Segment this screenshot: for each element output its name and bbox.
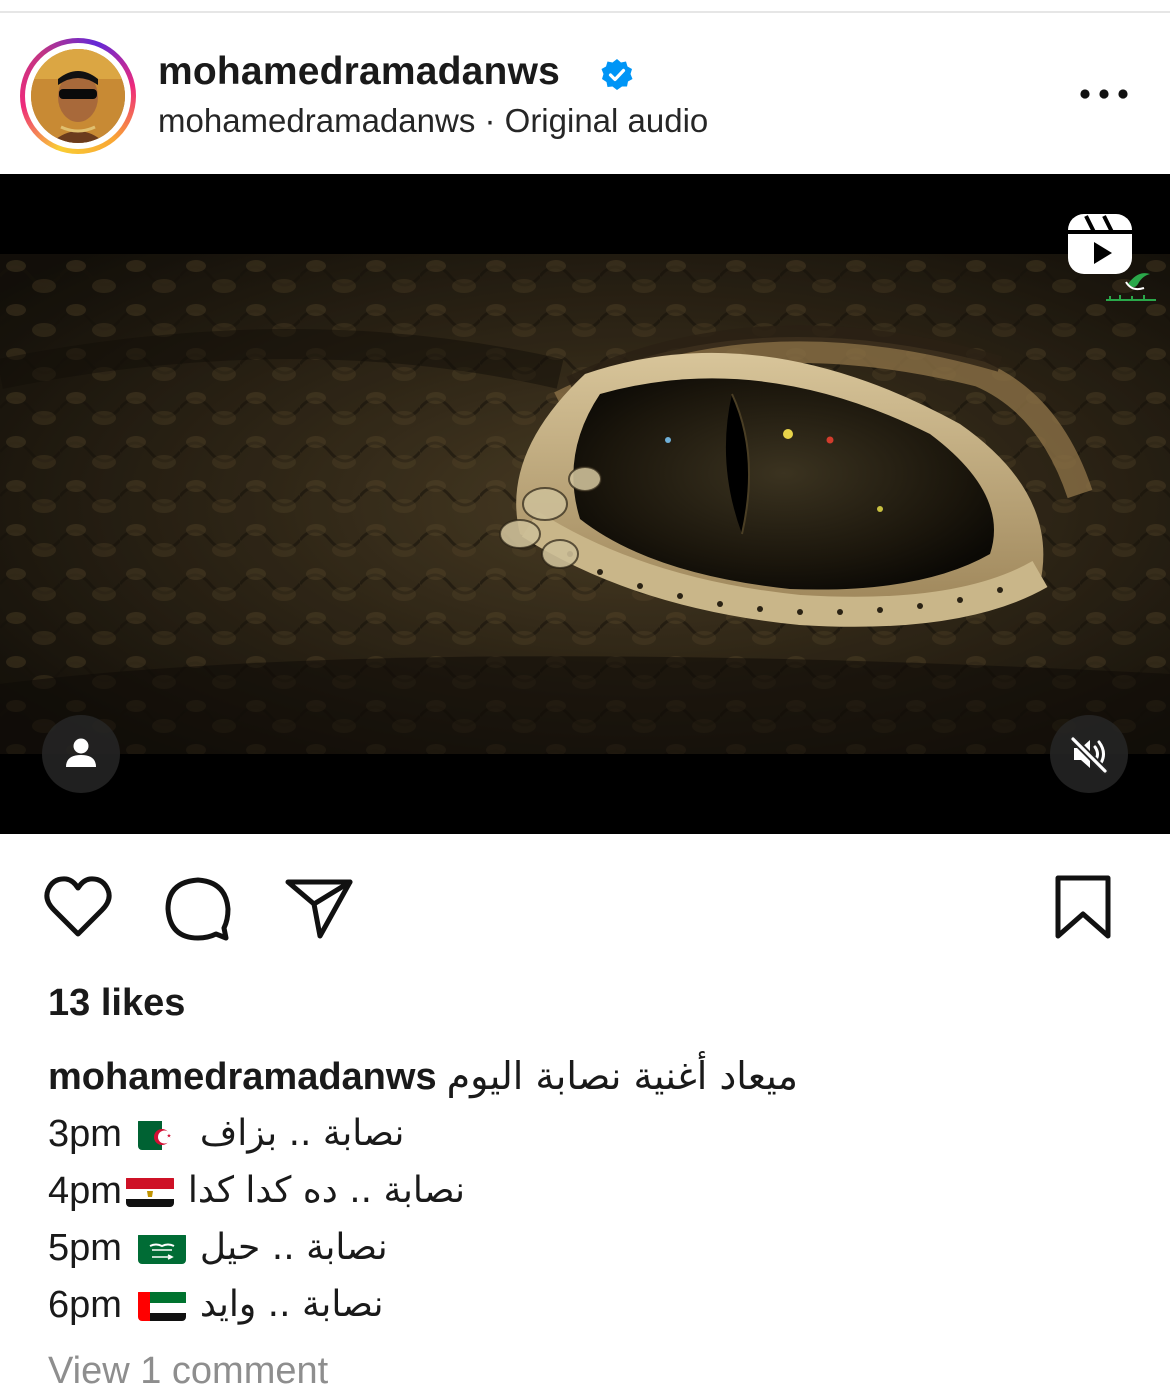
heart-icon[interactable] [40,870,116,946]
speaker-muted-icon [1069,735,1109,775]
schedule-time: 5pm [48,1226,122,1269]
saudi-arabia-flag-icon [137,1232,186,1264]
schedule-line: 6pm نصابة .. وايد [48,1280,384,1326]
egypt-flag-icon [125,1175,174,1207]
algeria-flag-icon [137,1118,186,1150]
likes-count[interactable]: 13 likes [48,982,185,1025]
post-username[interactable]: mohamedramadanws [158,50,560,94]
comment-icon[interactable] [160,870,236,946]
more-options-icon[interactable] [1076,76,1132,112]
schedule-text: نصابة .. حيل [199,1226,388,1268]
schedule-line: 5pm نصابة .. حيل [48,1223,388,1269]
post-header: mohamedramadanws mohamedramadanws · Orig… [0,14,1170,174]
schedule-time: 3pm [48,1112,122,1155]
top-divider [0,11,1170,13]
tagged-users-button[interactable] [42,715,120,793]
video-frame [0,254,1170,754]
uae-flag-icon [137,1289,186,1321]
schedule-text: نصابة .. ده كدا كدا [187,1169,466,1211]
schedule-time: 6pm [48,1283,122,1326]
bookmark-icon[interactable] [1046,870,1122,946]
schedule-text: نصابة .. وايد [199,1283,384,1325]
view-comments-link[interactable]: View 1 comment [48,1350,328,1393]
reel-video[interactable] [0,174,1170,834]
avatar-story-ring[interactable] [20,38,136,154]
audio-attribution[interactable]: mohamedramadanws · Original audio [158,102,708,140]
caption-username[interactable]: mohamedramadanws [48,1056,437,1098]
avatar[interactable] [31,49,125,143]
person-icon [66,738,96,767]
avatar-image [31,49,125,143]
mute-toggle-button[interactable] [1050,715,1128,793]
caption-text: ميعاد أغنية نصابة اليوم [446,1054,799,1098]
schedule-text: نصابة .. بزاف [199,1112,405,1154]
verified-badge-icon [600,58,634,92]
rotana-watermark [1098,262,1164,310]
schedule-line: 3pm نصابة .. بزاف [48,1109,404,1155]
caption: mohamedramadanws ميعاد أغنية نصابة اليوم [48,1054,798,1099]
schedule-line: 4pm نصابة .. ده كدا كدا [48,1166,465,1212]
schedule-time: 4pm [48,1169,122,1212]
share-icon[interactable] [280,870,356,946]
